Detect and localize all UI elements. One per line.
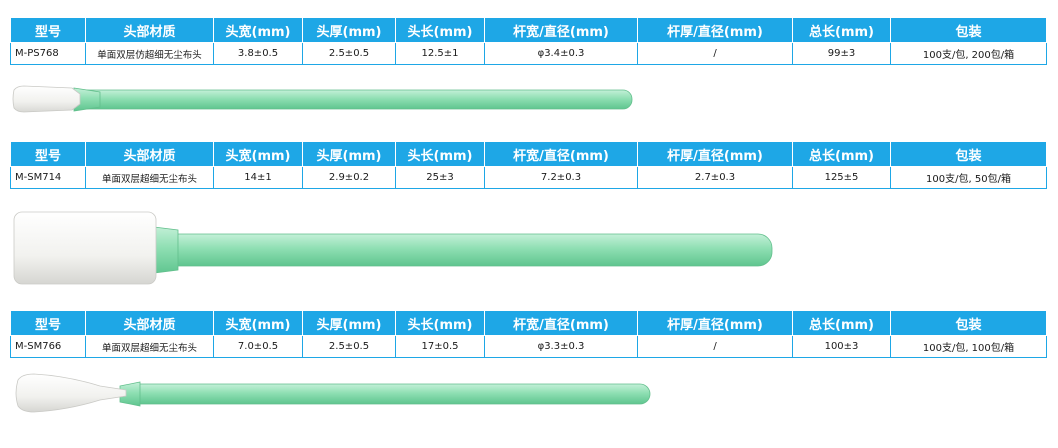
cell-model: M-SM766 [10, 335, 86, 358]
col-header-head-length: 头长(mm) [395, 17, 485, 43]
col-header-material: 头部材质 [85, 310, 214, 336]
swab-image-m-sm714 [13, 211, 773, 285]
table-header-row: 型号 头部材质 头宽(mm) 头厚(mm) 头长(mm) 杆宽/直径(mm) 杆… [10, 17, 1047, 43]
col-header-shaft-width: 杆宽/直径(mm) [484, 141, 638, 167]
col-header-model: 型号 [10, 310, 86, 336]
cell-total-length: 99±3 [792, 42, 891, 65]
col-header-shaft-width: 杆宽/直径(mm) [484, 310, 638, 336]
cell-material: 单面双层超细无尘布头 [85, 335, 214, 358]
col-header-material: 头部材质 [85, 17, 214, 43]
cell-packaging: 100支/包, 50包/箱 [890, 166, 1047, 189]
col-header-material: 头部材质 [85, 141, 214, 167]
cell-shaft-width: 7.2±0.3 [484, 166, 638, 189]
cell-model: M-SM714 [10, 166, 86, 189]
col-header-packaging: 包装 [890, 141, 1047, 167]
table-row: M-SM714 单面双层超细无尘布头 14±1 2.9±0.2 25±3 7.2… [10, 166, 1047, 189]
cell-packaging: 100支/包, 200包/箱 [890, 42, 1047, 65]
col-header-head-thickness: 头厚(mm) [302, 17, 396, 43]
col-header-shaft-width: 杆宽/直径(mm) [484, 17, 638, 43]
cell-head-length: 12.5±1 [395, 42, 485, 65]
col-header-head-width: 头宽(mm) [213, 17, 303, 43]
table-header-row: 型号 头部材质 头宽(mm) 头厚(mm) 头长(mm) 杆宽/直径(mm) 杆… [10, 141, 1047, 167]
cell-head-length: 17±0.5 [395, 335, 485, 358]
col-header-shaft-thickness: 杆厚/直径(mm) [637, 310, 793, 336]
cell-material: 单面双层仿超细无尘布头 [85, 42, 214, 65]
cell-head-width: 3.8±0.5 [213, 42, 303, 65]
spec-table-3: 型号 头部材质 头宽(mm) 头厚(mm) 头长(mm) 杆宽/直径(mm) 杆… [10, 310, 1047, 358]
cell-shaft-thickness: / [637, 335, 793, 358]
cell-material: 单面双层超细无尘布头 [85, 166, 214, 189]
col-header-head-width: 头宽(mm) [213, 141, 303, 167]
cell-shaft-thickness: / [637, 42, 793, 65]
col-header-model: 型号 [10, 17, 86, 43]
col-header-total-length: 总长(mm) [792, 310, 891, 336]
table-row: M-SM766 单面双层超细无尘布头 7.0±0.5 2.5±0.5 17±0.… [10, 335, 1047, 358]
col-header-head-length: 头长(mm) [395, 141, 485, 167]
cell-shaft-thickness: 2.7±0.3 [637, 166, 793, 189]
col-header-total-length: 总长(mm) [792, 17, 891, 43]
cell-head-thickness: 2.5±0.5 [302, 335, 396, 358]
col-header-total-length: 总长(mm) [792, 141, 891, 167]
cell-packaging: 100支/包, 100包/箱 [890, 335, 1047, 358]
cell-head-thickness: 2.5±0.5 [302, 42, 396, 65]
col-header-shaft-thickness: 杆厚/直径(mm) [637, 17, 793, 43]
col-header-head-length: 头长(mm) [395, 310, 485, 336]
spec-table-1: 型号 头部材质 头宽(mm) 头厚(mm) 头长(mm) 杆宽/直径(mm) 杆… [10, 17, 1047, 65]
cell-total-length: 100±3 [792, 335, 891, 358]
col-header-model: 型号 [10, 141, 86, 167]
col-header-head-width: 头宽(mm) [213, 310, 303, 336]
swab-image-m-ps768 [12, 85, 633, 113]
table-header-row: 型号 头部材质 头宽(mm) 头厚(mm) 头长(mm) 杆宽/直径(mm) 杆… [10, 310, 1047, 336]
col-header-packaging: 包装 [890, 310, 1047, 336]
col-header-head-thickness: 头厚(mm) [302, 141, 396, 167]
table-row: M-PS768 单面双层仿超细无尘布头 3.8±0.5 2.5±0.5 12.5… [10, 42, 1047, 65]
col-header-head-thickness: 头厚(mm) [302, 310, 396, 336]
cell-head-length: 25±3 [395, 166, 485, 189]
cell-head-width: 14±1 [213, 166, 303, 189]
col-header-packaging: 包装 [890, 17, 1047, 43]
swab-image-m-sm766 [15, 373, 651, 413]
spec-table-2: 型号 头部材质 头宽(mm) 头厚(mm) 头长(mm) 杆宽/直径(mm) 杆… [10, 141, 1047, 189]
cell-shaft-width: φ3.3±0.3 [484, 335, 638, 358]
col-header-shaft-thickness: 杆厚/直径(mm) [637, 141, 793, 167]
cell-shaft-width: φ3.4±0.3 [484, 42, 638, 65]
cell-head-width: 7.0±0.5 [213, 335, 303, 358]
cell-head-thickness: 2.9±0.2 [302, 166, 396, 189]
cell-total-length: 125±5 [792, 166, 891, 189]
cell-model: M-PS768 [10, 42, 86, 65]
